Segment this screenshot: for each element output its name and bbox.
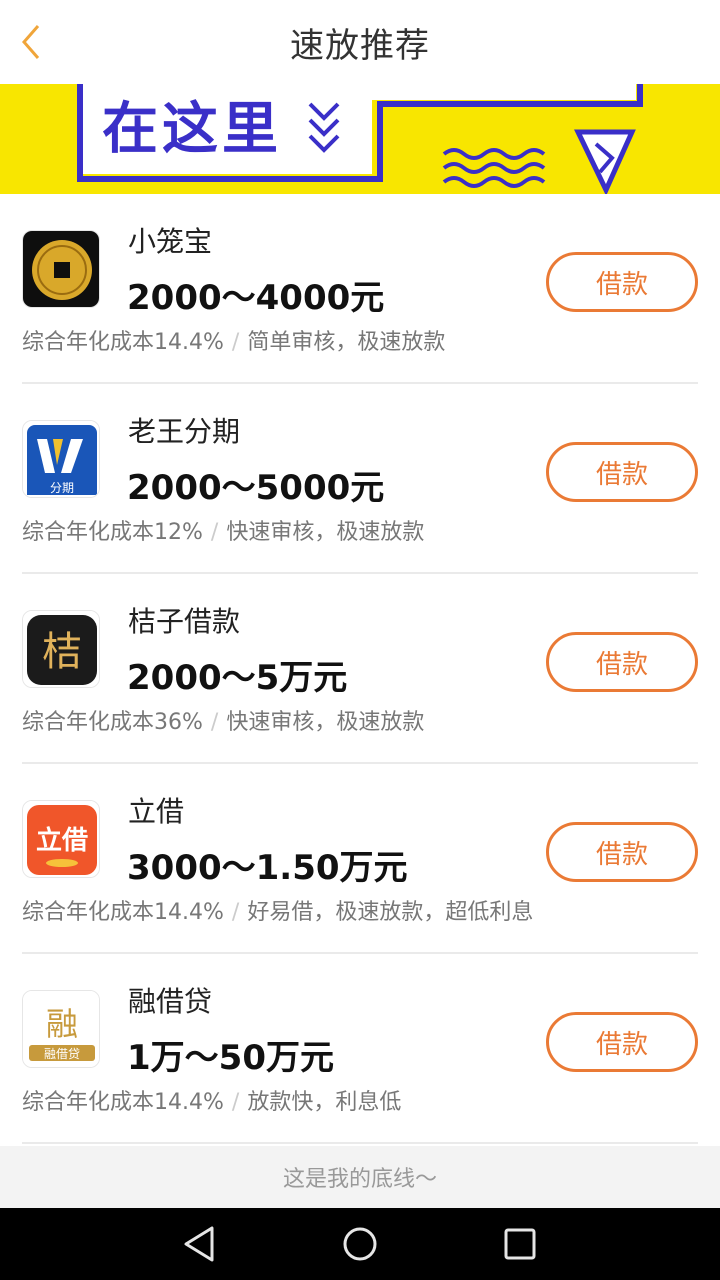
loan-logo: 桔: [22, 610, 100, 688]
loan-cost: 综合年化成本12%: [22, 520, 203, 545]
borrow-button[interactable]: 借款: [546, 252, 698, 312]
loan-features: 快速审核，极速放款: [226, 710, 425, 735]
banner-text: 在这里: [102, 97, 282, 162]
divider: /: [231, 330, 240, 355]
nav-back-icon: [184, 1226, 214, 1262]
loan-logo: 分期: [22, 420, 100, 498]
juzi-logo-icon: 桔: [23, 611, 99, 687]
loan-desc: 综合年化成本14.4% / 放款快，利息低: [22, 1084, 401, 1116]
loan-item[interactable]: 立借 立借 3000～1.50万元 综合年化成本14.4% / 好易借，极速放款，超…: [0, 764, 720, 954]
logo-label: 分期: [50, 481, 74, 495]
rongjiedai-logo-icon: 融 融借贷: [23, 991, 99, 1067]
logo-label: 融: [46, 1005, 78, 1043]
loan-cost: 综合年化成本14.4%: [22, 1090, 224, 1115]
loan-range: 3000～1.50万元: [127, 848, 408, 888]
coin-icon: [23, 231, 99, 307]
loan-features: 放款快，利息低: [247, 1090, 402, 1115]
loan-features: 快速审核，极速放款: [226, 520, 425, 545]
loan-desc: 综合年化成本14.4% / 简单审核，极速放款: [22, 324, 445, 356]
logo-label: 桔: [42, 629, 82, 675]
divider: /: [210, 520, 219, 545]
loan-features: 简单审核，极速放款: [247, 330, 446, 355]
lijie-logo-icon: 立借: [23, 801, 99, 877]
divider: /: [231, 1090, 240, 1115]
nav-recents-button[interactable]: [490, 1214, 550, 1274]
loan-logo: [22, 230, 100, 308]
borrow-button[interactable]: 借款: [546, 822, 698, 882]
nav-home-button[interactable]: [330, 1214, 390, 1274]
system-nav-bar: [0, 1208, 720, 1280]
loan-name: 小笼宝: [128, 225, 213, 258]
back-icon: [22, 25, 40, 59]
loan-item[interactable]: 融 融借贷 融借贷 1万～50万元 综合年化成本14.4% / 放款快，利息低 借款: [0, 954, 720, 1144]
loan-list: 小笼宝 2000～4000元 综合年化成本14.4% / 简单审核，极速放款 借款 …: [0, 194, 720, 1144]
page-title: 速放推荐: [290, 25, 430, 66]
banner-art: 在这里: [0, 84, 720, 194]
divider: /: [231, 900, 240, 925]
loan-item[interactable]: 小笼宝 2000～4000元 综合年化成本14.4% / 简单审核，极速放款 借款: [0, 194, 720, 384]
back-button[interactable]: [14, 20, 54, 64]
loan-item[interactable]: 桔 桔子借款 2000～5万元 综合年化成本36% / 快速审核，极速放款 借款: [0, 574, 720, 764]
loan-name: 融借贷: [128, 985, 213, 1018]
nav-recents-icon: [504, 1228, 536, 1260]
divider: /: [210, 710, 219, 735]
loan-cost: 综合年化成本36%: [22, 710, 203, 735]
borrow-button[interactable]: 借款: [546, 442, 698, 502]
loan-desc: 综合年化成本12% / 快速审核，极速放款: [22, 514, 424, 546]
nav-back-button[interactable]: [170, 1214, 230, 1274]
list-end-footer: 这是我的底线～: [0, 1146, 720, 1208]
borrow-button[interactable]: 借款: [546, 632, 698, 692]
loan-range: 1万～50万元: [127, 1038, 334, 1078]
loan-name: 桔子借款: [128, 605, 241, 638]
loan-range: 2000～5000元: [127, 468, 385, 508]
app-header: 速放推荐: [0, 0, 720, 84]
nav-home-icon: [343, 1227, 377, 1261]
loan-desc: 综合年化成本14.4% / 好易借，极速放款，超低利息: [22, 894, 533, 926]
promo-banner[interactable]: 在这里: [0, 84, 720, 194]
divider: [22, 1142, 698, 1144]
loan-cost: 综合年化成本14.4%: [22, 330, 224, 355]
logo-sublabel: 融借贷: [44, 1047, 80, 1061]
laowang-logo-icon: 分期: [23, 421, 99, 497]
loan-logo: 立借: [22, 800, 100, 878]
loan-features: 好易借，极速放款，超低利息: [247, 900, 534, 925]
loan-desc: 综合年化成本36% / 快速审核，极速放款: [22, 704, 424, 736]
loan-cost: 综合年化成本14.4%: [22, 900, 224, 925]
loan-range: 2000～5万元: [127, 658, 348, 698]
loan-name: 老王分期: [128, 415, 241, 448]
loan-range: 2000～4000元: [127, 278, 385, 318]
loan-item[interactable]: 分期 老王分期 2000～5000元 综合年化成本12% / 快速审核，极速放款 借…: [0, 384, 720, 574]
loan-name: 立借: [128, 795, 185, 828]
logo-label: 立借: [36, 825, 88, 856]
loan-logo: 融 融借贷: [22, 990, 100, 1068]
borrow-button[interactable]: 借款: [546, 1012, 698, 1072]
